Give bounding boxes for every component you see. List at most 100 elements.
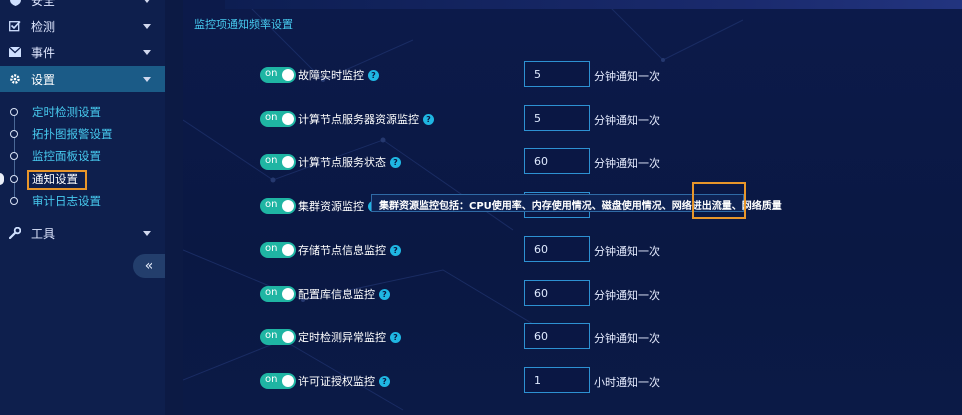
monitor-label: 配置库信息监控?	[298, 286, 390, 302]
toggle-knob	[282, 244, 294, 256]
collapse-sidebar-button[interactable]: «	[133, 254, 165, 278]
sidebar-subitem-monitor-panel[interactable]: 监控面板设置	[0, 145, 165, 167]
toggle-switch[interactable]: on	[260, 286, 296, 302]
toggle-label: on	[265, 155, 278, 166]
unit-label: 分钟通知一次	[594, 332, 660, 345]
monitor-row: on 故障实时监控? 分钟通知一次	[183, 60, 962, 88]
bullet-icon	[10, 152, 18, 160]
toggle-switch[interactable]: on	[260, 373, 296, 389]
sidebar-item-settings[interactable]: 设置	[0, 66, 165, 92]
sidebar-item-events[interactable]: 事件	[0, 39, 165, 65]
monitor-label: 存储节点信息监控?	[298, 242, 401, 258]
unit-label: 分钟通知一次	[594, 70, 660, 83]
monitor-label-text: 集群资源监控	[298, 200, 364, 213]
caret-down-icon	[143, 77, 151, 82]
unit-label: 分钟通知一次	[594, 157, 660, 170]
toggle-knob	[282, 288, 294, 300]
monitor-label-text: 计算节点服务器资源监控	[298, 113, 419, 126]
interval-input[interactable]	[524, 148, 590, 174]
toggle-label: on	[265, 68, 278, 79]
monitor-label-text: 定时检测异常监控	[298, 331, 386, 344]
sidebar-item-label: 事件	[31, 45, 56, 60]
highlight-box	[27, 170, 87, 190]
monitor-label-text: 故障实时监控	[298, 69, 364, 82]
toggle-switch[interactable]: on	[260, 67, 296, 83]
help-icon[interactable]: ?	[390, 245, 401, 256]
help-icon[interactable]: ?	[390, 157, 401, 168]
gear-icon	[8, 72, 22, 86]
sidebar-item-tools[interactable]: 工具	[0, 220, 165, 246]
toggle-label: on	[265, 243, 278, 254]
help-icon[interactable]: ?	[379, 289, 390, 300]
monitor-row: on 计算节点服务状态? 分钟通知一次	[183, 147, 962, 175]
help-icon[interactable]: ?	[390, 332, 401, 343]
checkbox-icon	[8, 19, 22, 33]
monitor-label: 许可证授权监控?	[298, 373, 390, 389]
monitor-label-text: 配置库信息监控	[298, 288, 375, 301]
toggle-switch[interactable]: on	[260, 111, 296, 127]
interval-input[interactable]	[524, 236, 590, 262]
monitor-row: on 存储节点信息监控? 分钟通知一次	[183, 235, 962, 263]
unit-label: 分钟通知一次	[594, 289, 660, 302]
help-icon[interactable]: ?	[368, 70, 379, 81]
interval-input[interactable]	[524, 61, 590, 87]
sidebar-subitem-scheduled-detection[interactable]: 定时检测设置	[0, 101, 165, 123]
toggle-knob	[282, 113, 294, 125]
monitor-row: on 许可证授权监控? 小时通知一次	[183, 366, 962, 394]
toggle-knob	[282, 156, 294, 168]
unit-label: 小时通知一次	[594, 376, 660, 389]
interval-input[interactable]	[524, 280, 590, 306]
toggle-knob	[282, 69, 294, 81]
caret-down-icon	[143, 50, 151, 55]
toggle-label: on	[265, 330, 278, 341]
wrench-icon	[8, 226, 22, 240]
interval-input[interactable]	[524, 367, 590, 393]
interval-input[interactable]	[524, 105, 590, 131]
help-tooltip: 集群资源监控包括：CPU使用率、内存使用情况、磁盘使用情况、网络进出流量、网络质…	[371, 194, 782, 212]
sidebar-item-label: 安全	[31, 0, 56, 8]
sidebar-item-security[interactable]: 安全	[0, 0, 165, 13]
header-strip	[225, 0, 962, 9]
caret-down-icon	[143, 0, 151, 3]
highlight-box	[692, 182, 746, 219]
sidebar-item-label: 检测	[31, 19, 56, 34]
bullet-icon	[10, 175, 18, 183]
toggle-knob	[282, 200, 294, 212]
sidebar-item-detect[interactable]: 检测	[0, 13, 165, 39]
monitor-label-text: 许可证授权监控	[298, 375, 375, 388]
toggle-switch[interactable]: on	[260, 242, 296, 258]
help-icon[interactable]: ?	[379, 376, 390, 387]
interval-input[interactable]	[524, 323, 590, 349]
monitor-label-text: 计算节点服务状态	[298, 156, 386, 169]
toggle-switch[interactable]: on	[260, 154, 296, 170]
sidebar-subitem-label: 定时检测设置	[32, 105, 101, 119]
sidebar-item-label: 工具	[31, 226, 56, 241]
toggle-label: on	[265, 112, 278, 123]
bullet-icon	[10, 108, 18, 116]
sidebar-item-label: 设置	[31, 72, 56, 87]
sidebar: 安全 检测 事件 设置 定时检测设置 拓扑图报警设置 监控面板设置 通知设置 审…	[0, 0, 165, 415]
bullet-icon	[10, 130, 18, 138]
caret-down-icon	[143, 24, 151, 29]
monitor-label: 计算节点服务器资源监控?	[298, 111, 434, 127]
sidebar-gutter	[165, 0, 183, 415]
shield-icon	[8, 0, 22, 7]
sidebar-subitem-topology-alarm[interactable]: 拓扑图报警设置	[0, 123, 165, 145]
toggle-knob	[282, 375, 294, 387]
monitor-row: on 定时检测异常监控? 分钟通知一次	[183, 322, 962, 350]
sidebar-subitem-label: 审计日志设置	[32, 194, 101, 208]
toggle-label: on	[265, 374, 278, 385]
sidebar-subitem-audit-log[interactable]: 审计日志设置	[0, 190, 165, 212]
toggle-switch[interactable]: on	[260, 198, 296, 214]
help-icon[interactable]: ?	[423, 114, 434, 125]
toggle-knob	[282, 331, 294, 343]
monitor-label: 计算节点服务状态?	[298, 154, 401, 170]
sidebar-subitem-label: 拓扑图报警设置	[32, 127, 113, 141]
caret-down-icon	[143, 231, 151, 236]
monitor-row: on 计算节点服务器资源监控? 分钟通知一次	[183, 104, 962, 132]
toggle-switch[interactable]: on	[260, 329, 296, 345]
monitor-label: 定时检测异常监控?	[298, 329, 401, 345]
sidebar-subitem-label: 监控面板设置	[32, 149, 101, 163]
toggle-label: on	[265, 199, 278, 210]
monitor-label: 集群资源监控?	[298, 198, 379, 214]
